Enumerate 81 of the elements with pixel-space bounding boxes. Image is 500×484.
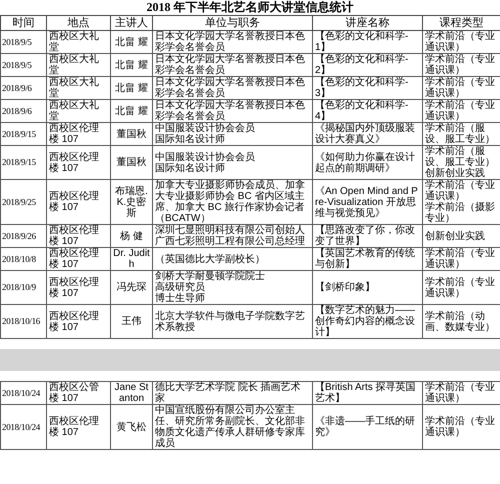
table-cell: 【思路改变了你，你改变了世界】 [312,224,422,248]
table-cell: 学术前沿（专业通识课） [422,76,500,100]
table-cell: 《An Open Mind and Pre-Visualization 开放思维与视觉预见》 [312,180,422,224]
table-cell: 北畠 耀 [110,54,152,76]
column-header: 时间 [0,16,46,30]
table-cell: 2018/9/25 [0,180,46,224]
table-cell: 西校区大礼堂 [46,76,110,100]
table-cell: Dr. Judith [110,248,152,270]
table-cell: 中国服装设计协会会员 国际知名设计师 [152,122,312,146]
table-cell: 董国秋 [110,146,152,180]
table-cell: 剑桥大学耐曼顿学院院士 高级研究员 博士生导师 [152,270,312,304]
column-header: 讲座名称 [312,16,422,30]
table-cell: 2018/10/24 [0,382,46,404]
table-cell: 2018/9/5 [0,54,46,76]
column-header: 地点 [46,16,110,30]
table-cell: 学术前沿（专业通识课） 学术前沿（摄影专业） [422,180,500,224]
table-cell: 2018/10/16 [0,304,46,338]
table-cell: 西校区伦理楼 107 [46,304,110,338]
column-header: 课程类型 [422,16,500,30]
table-cell: 学术前沿（服设、服工专业） [422,122,500,146]
table-cell: 北畠 耀 [110,30,152,54]
table-cell: 学术前沿（专业通识课） [422,54,500,76]
table-cell: 加拿大专业摄影师协会成员、加拿大专业摄影师协会 BC 省内区域主席、加拿大 BC 旅行作家协会记者（BCATW） [152,180,312,224]
column-header: 单位与职务 [152,16,312,30]
table-cell: 布瑞恩.K.史密斯 [110,180,152,224]
table-cell: 西校区伦理楼 107 [46,224,110,248]
table-cell: 《非遗——手工纸的研究》 [312,404,422,450]
table-cell: 西校区大礼堂 [46,30,110,54]
table-cell: 【数字艺术的魅力——创作奇幻内容的概念设计】 [312,304,422,338]
table-cell: 学术前沿（专业通识课） [422,30,500,54]
table-cell: 西校区伦理楼 107 [46,404,110,450]
table-cell: 董国秋 [110,122,152,146]
table-cell: 【色彩的文化和科学-3】 [312,76,422,100]
table-cell: 冯先琛 [110,270,152,304]
table-cell: 2018/9/6 [0,100,46,122]
table-cell: 学术前沿（专业通识课） [422,382,500,404]
table-cell: 2018/10/8 [0,248,46,270]
table-cell: 【色彩的文化和科学-4】 [312,100,422,122]
table-cell: 《如何助力你赢在设计起点的前期调研》 [312,146,422,180]
table-cell: 西校区大礼堂 [46,100,110,122]
table-cell: 学术前沿（专业通识课） [422,100,500,122]
table-cell: 【British Arts 探寻英国艺术】 [312,382,422,404]
table-cell: 日本文化学园大学名誉教授日本色彩学会名誉会员 [152,30,312,54]
table-cell: 日本文化学园大学名誉教授日本色彩学会名誉会员 [152,54,312,76]
table-cell: 2018/9/5 [0,30,46,54]
table-cell: 日本文化学园大学名誉教授日本色彩学会名誉会员 [152,100,312,122]
table-cell: 学术前沿（服设、服工专业） 创新创业实践 [422,146,500,180]
table-cell: 西校区大礼堂 [46,54,110,76]
table-cell: 2018/9/15 [0,122,46,146]
table-cell: 德比大学艺术学院 院长 插画艺术家 [152,382,312,404]
table-cell: 西校区公管楼 107 [46,382,110,404]
table-cell: 【英国艺术教育的传统与创新】 [312,248,422,270]
table-cell: 西校区伦理楼 107 [46,248,110,270]
table-cell: 中国宣纸股份有限公司办公室主任、研究所常务副院长、文化部非物质文化遗产传承人群研修专家库成员 [152,404,312,450]
table-cell: 西校区伦理楼 107 [46,270,110,304]
table-cell: 2018/9/26 [0,224,46,248]
table-cell: 学术前沿（专业通识课） [422,248,500,270]
table-cell: 2018/10/24 [0,404,46,450]
table-cell: 深圳七显照明科技有限公司创始人 广西七彩照明工程有限公司总经理 [152,224,312,248]
table-cell: Jane Stanton [110,382,152,404]
table-cell: 北畠 耀 [110,76,152,100]
table-cell: （英国德比大学副校长） [152,248,312,270]
column-header: 主讲人 [110,16,152,30]
table-cell: 中国服装设计协会会员 国际知名设计师 [152,146,312,180]
table-cell: 日本文化学园大学名誉教授日本色彩学会名誉会员 [152,76,312,100]
table-cell: 北京大学软件与微电子学院数字艺术系教授 [152,304,312,338]
table-cell: 北畠 耀 [110,100,152,122]
table-cell: 《揭秘国内外顶级服装设计大赛真义》 [312,122,422,146]
table-cell: 西校区伦理楼 107 [46,180,110,224]
table-cell: 【剑桥印象】 [312,270,422,304]
document-title: 2018 年下半年北艺名师大讲堂信息统计 [146,0,354,15]
table-cell: 2018/9/15 [0,146,46,180]
table-cell: 【色彩的文化和科学-2】 [312,54,422,76]
table-cell: 杨 健 [110,224,152,248]
table-cell: 黄飞松 [110,404,152,450]
table-cell: 西校区伦理楼 107 [46,122,110,146]
table-cell: 王伟 [110,304,152,338]
table-cell: 2018/10/9 [0,270,46,304]
table-cell: 2018/9/6 [0,76,46,100]
table-cell: 【色彩的文化和科学-1】 [312,30,422,54]
table-cell: 西校区伦理楼 107 [46,146,110,180]
